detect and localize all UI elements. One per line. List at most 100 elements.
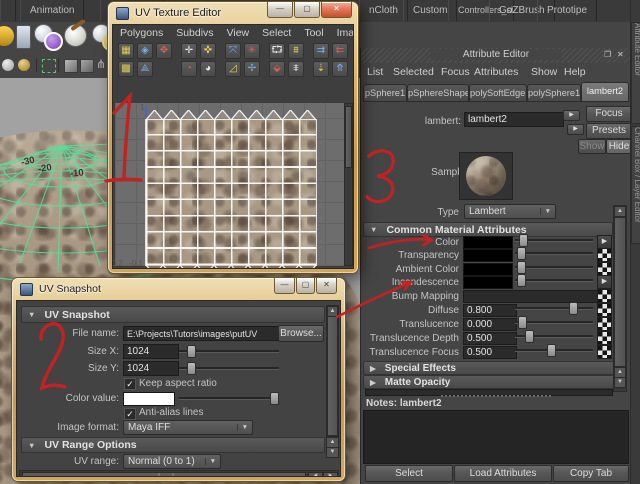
- uv-canvas-scrollbar[interactable]: [344, 103, 353, 266]
- maximize-button[interactable]: ▢: [296, 278, 315, 294]
- diffuse-slider[interactable]: [515, 302, 593, 315]
- ambient-color-slider[interactable]: [515, 261, 593, 274]
- minimize-button[interactable]: —: [274, 278, 295, 294]
- bump-mapping-map-button[interactable]: [597, 289, 612, 303]
- shelf-icon-list[interactable]: [16, 25, 31, 49]
- translucence-depth-slider[interactable]: [515, 330, 593, 343]
- status-icon-copy[interactable]: [80, 59, 94, 73]
- uv-texture-editor-window[interactable]: UV Texture Editor — ▢ ✕ Polygons Subdivs…: [108, 2, 358, 273]
- uv-range-dropdown[interactable]: Normal (0 to 1) ▼: [123, 454, 221, 469]
- transparency-map-button[interactable]: [597, 248, 612, 262]
- anti-alias-checkbox[interactable]: ✓: [124, 408, 136, 420]
- diffuse-field[interactable]: 0.800: [463, 304, 517, 317]
- scroll-right-icon[interactable]: ►: [323, 472, 338, 476]
- menu-select[interactable]: Select: [262, 27, 291, 39]
- ae-scrollbar-thumb[interactable]: [614, 217, 626, 367]
- lambert-name-field[interactable]: lambert2: [464, 112, 564, 127]
- status-icon-cube[interactable]: [64, 59, 78, 73]
- transparency-slider[interactable]: [515, 247, 593, 260]
- uv-tool-paste-icon[interactable]: ⩨: [288, 61, 304, 77]
- translucence-field[interactable]: 0.000: [463, 318, 517, 331]
- uv-canvas[interactable]: 1 -0.2 -0.1 -0.1 1: [113, 103, 345, 268]
- ae-menu-help[interactable]: Help: [564, 66, 586, 78]
- uv-snapshot-window[interactable]: UV Snapshot — ▢ ✕ ▼ UV Snapshot File nam…: [12, 278, 345, 481]
- status-icon-gray-sphere[interactable]: [2, 59, 14, 71]
- size-y-slider[interactable]: [179, 362, 279, 375]
- uv-tool-align-down-icon[interactable]: ⇣: [313, 61, 329, 77]
- tab-psphere1[interactable]: pSphere1: [363, 84, 407, 102]
- image-format-dropdown[interactable]: Maya IFF ▼: [123, 420, 253, 435]
- uv-tool-flip-v-icon[interactable]: ✜: [200, 43, 216, 59]
- translucence-depth-map-button[interactable]: [597, 331, 612, 345]
- shelf-icon-purple-sphere[interactable]: [44, 32, 63, 51]
- uv-tool-grid-icon[interactable]: ▦: [118, 43, 134, 59]
- scroll-down-icon[interactable]: ▼: [326, 447, 339, 458]
- vertical-tab-attribute-editor[interactable]: Attribute Editor: [631, 22, 640, 124]
- shelf-icon-partial[interactable]: [0, 26, 14, 46]
- shelf-tab-ncloth[interactable]: nCloth: [359, 0, 408, 21]
- color-value-slider[interactable]: [179, 392, 279, 405]
- map-in-icon[interactable]: ▶: [567, 124, 584, 135]
- shelf-tab-animation[interactable]: Animation: [20, 0, 85, 21]
- translucence-focus-field[interactable]: 0.500: [463, 346, 517, 359]
- type-dropdown[interactable]: Lambert ▼: [464, 204, 556, 219]
- tab-lambert2[interactable]: lambert2: [581, 82, 629, 102]
- presets-button[interactable]: Presets: [586, 123, 632, 139]
- keep-aspect-checkbox[interactable]: ✓: [124, 378, 136, 390]
- close-button[interactable]: ✕: [321, 2, 352, 18]
- diffuse-map-button[interactable]: [597, 303, 612, 317]
- maximize-button[interactable]: ▢: [294, 2, 320, 18]
- section-matte-opacity[interactable]: ▶ Matte Opacity: [363, 375, 623, 389]
- translucence-depth-field[interactable]: 0.500: [463, 332, 517, 345]
- ae-menu-list[interactable]: List: [367, 66, 383, 78]
- minimize-button[interactable]: —: [267, 2, 293, 18]
- ae-scrollbar[interactable]: ▲ ▲ ▼: [613, 205, 627, 392]
- ambient-color-swatch[interactable]: [463, 263, 513, 276]
- size-y-field[interactable]: 1024: [123, 361, 179, 376]
- uv-tool-move-icon[interactable]: ✥: [156, 43, 172, 59]
- material-sample-sphere[interactable]: [466, 156, 506, 196]
- ae-menu-focus[interactable]: Focus: [441, 66, 470, 78]
- float-window-icon[interactable]: ❐: [604, 50, 611, 59]
- vertical-tab-channel-box[interactable]: Channel Box / Layer Editor: [631, 126, 640, 244]
- size-x-field[interactable]: 1024: [123, 344, 179, 359]
- incandescence-map-button[interactable]: ▶: [597, 275, 612, 289]
- section-uv-range-options[interactable]: ▼ UV Range Options: [21, 437, 325, 453]
- uv-tool-align-left-icon[interactable]: ⇉: [313, 43, 329, 59]
- size-x-slider[interactable]: [179, 345, 279, 358]
- uv-tool-layout-icon[interactable]: ⩩: [288, 43, 304, 59]
- color-swatch[interactable]: [463, 236, 513, 249]
- menu-image[interactable]: Image: [337, 27, 353, 39]
- status-icon-select-region[interactable]: [42, 59, 56, 73]
- uv-tool-flip-u-icon[interactable]: ✛: [181, 43, 197, 59]
- status-icon-gold-sphere[interactable]: [18, 59, 30, 71]
- translucence-slider[interactable]: [515, 316, 593, 329]
- menu-view[interactable]: View: [227, 27, 250, 39]
- tab-polysphere1[interactable]: polySphere1: [527, 84, 581, 102]
- select-button[interactable]: Select: [365, 465, 453, 482]
- ae-menu-attributes[interactable]: Attributes: [474, 66, 518, 78]
- translucence-map-button[interactable]: [597, 317, 612, 331]
- uv-canvas-scrollbar-thumb[interactable]: [345, 106, 352, 168]
- menu-polygons[interactable]: Polygons: [120, 27, 163, 39]
- uv-tool-rotate-ccw-icon[interactable]: ⤧: [225, 43, 241, 59]
- uv-tool-snap-icon[interactable]: ◿: [225, 61, 241, 77]
- scroll-left-icon[interactable]: ◄: [308, 472, 323, 476]
- color-map-button[interactable]: ▶: [597, 235, 612, 249]
- uv-tool-cut-icon[interactable]: ✳: [244, 43, 260, 59]
- show-button[interactable]: Show: [578, 139, 606, 154]
- shelf-tab-prototipe[interactable]: Prototipe: [537, 0, 598, 21]
- browse-button[interactable]: Browse...: [278, 325, 324, 342]
- map-out-icon[interactable]: ▶: [563, 110, 580, 121]
- ae-menu-show[interactable]: Show: [531, 66, 557, 78]
- uv-tool-grid2-icon[interactable]: ▩: [118, 61, 134, 77]
- snapshot-hscrollbar[interactable]: ◄ ►: [19, 470, 339, 476]
- shelf-tab-partial[interactable]: [0, 0, 16, 21]
- uv-tool-align-right-icon[interactable]: ⇇: [332, 43, 348, 59]
- uv-tool-copy-icon[interactable]: ⬙: [269, 61, 285, 77]
- close-icon[interactable]: ✕: [617, 50, 624, 59]
- uv-tool-unfold-icon[interactable]: ⟁: [137, 61, 153, 77]
- menu-subdivs[interactable]: Subdivs: [176, 27, 213, 39]
- uv-tool-rotate-cw-icon[interactable]: ◔: [181, 61, 197, 77]
- translucence-focus-map-button[interactable]: [597, 345, 612, 359]
